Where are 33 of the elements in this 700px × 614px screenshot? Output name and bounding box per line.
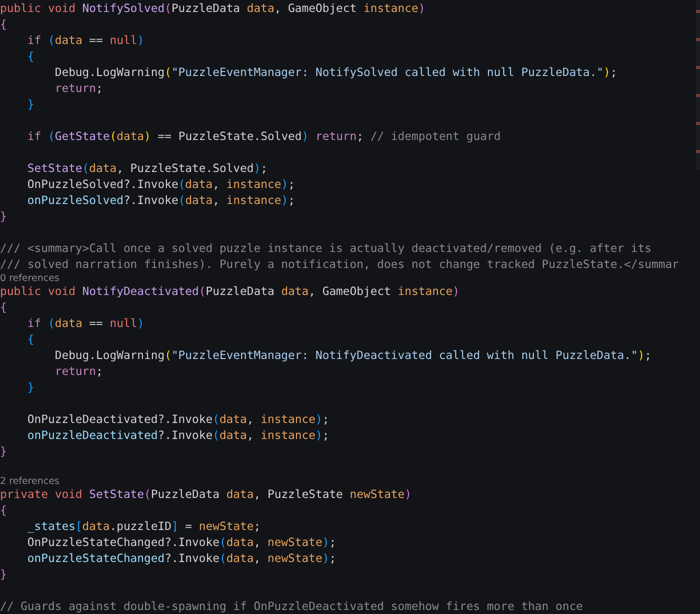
- code-line: }: [26, 96, 34, 112]
- code-line: /// solved narration finishes). Purely a notification, does not change tracked PuzzleState.</summar: [0, 256, 679, 272]
- code-line: onPuzzleStateChanged?.Invoke(data, newState);: [26, 550, 336, 566]
- code-line: if (data == null): [26, 315, 144, 331]
- code-line: return;: [54, 363, 103, 379]
- code-line: if (GetState(data) == PuzzleState.Solved) return; // idempotent guard: [26, 128, 501, 144]
- code-line: Debug.LogWarning("PuzzleEventManager: NotifyDeactivated called with null PuzzleData.");: [54, 347, 652, 363]
- code-line: onPuzzleSolved?.Invoke(data, instance);: [26, 192, 295, 208]
- code-line: SetState(data, PuzzleState.Solved);: [26, 160, 268, 176]
- code-line: if (data == null): [26, 32, 144, 48]
- code-line: {: [26, 48, 34, 64]
- code-line: {: [0, 502, 7, 518]
- code-line: private void SetState(PuzzleData data, PuzzleState newState): [0, 486, 412, 502]
- code-line: // Guards against double-spawning if OnPuzzleDeactivated somehow fires more than once: [0, 598, 583, 614]
- code-line: {: [0, 299, 7, 315]
- code-line: {: [26, 331, 34, 347]
- code-line: onPuzzleDeactivated?.Invoke(data, instance);: [26, 427, 330, 443]
- code-line: }: [0, 208, 7, 224]
- code-line: _states[data.puzzleID] = newState;: [26, 518, 261, 534]
- code-line: OnPuzzleSolved?.Invoke(data, instance);: [26, 176, 295, 192]
- code-line: /// <summary>Call once a solved puzzle instance is actually deactivated/removed (e.g. after its: [0, 240, 652, 256]
- code-line: }: [26, 379, 34, 395]
- code-line: public void NotifySolved(PuzzleData data, GameObject instance): [0, 0, 426, 16]
- code-line: Debug.LogWarning("PuzzleEventManager: NotifySolved called with null PuzzleData.");: [54, 64, 618, 80]
- code-line: {: [0, 16, 7, 32]
- references-link[interactable]: 0 references: [0, 273, 60, 284]
- references-link[interactable]: 2 references: [0, 476, 60, 487]
- code-line: }: [0, 566, 7, 582]
- code-line: public void NotifyDeactivated(PuzzleData data, GameObject instance): [0, 283, 460, 299]
- code-line: return;: [54, 80, 103, 96]
- code-line: }: [0, 443, 7, 459]
- code-line: OnPuzzleDeactivated?.Invoke(data, instance);: [26, 411, 330, 427]
- code-line: OnPuzzleStateChanged?.Invoke(data, newState);: [26, 534, 336, 550]
